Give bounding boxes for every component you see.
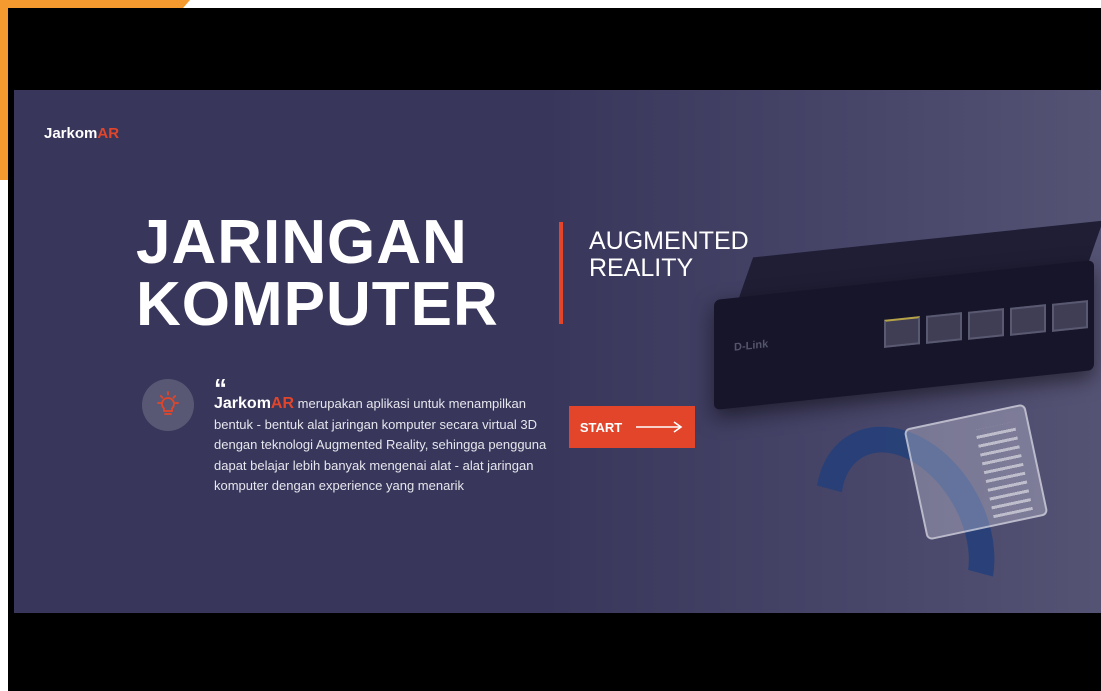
subtitle-line-1: AUGMENTED: [589, 227, 749, 255]
start-button[interactable]: START: [569, 406, 695, 448]
app-description: JarkomAR merupakan aplikasi untuk menamp…: [214, 394, 549, 497]
start-button-label: START: [579, 419, 623, 435]
logo-accent-text: AR: [97, 125, 120, 142]
page-title: JARINGAN KOMPUTER: [136, 212, 499, 336]
hero-slide: D-Link JarkomAR JARINGAN KOMPUTER AUGMEN…: [14, 90, 1101, 613]
title-line-1: JARINGAN: [136, 208, 468, 277]
description-app-name-main: Jarkom: [214, 395, 271, 412]
switch-port: [926, 312, 962, 344]
switch-port: [1010, 304, 1046, 336]
page-subtitle: AUGMENTED REALITY: [589, 228, 749, 282]
logo-main-text: Jarkom: [44, 125, 98, 142]
switch-port: [1052, 300, 1088, 332]
arrow-right-icon: [636, 421, 683, 433]
lightbulb-icon: [142, 379, 194, 431]
title-divider: [559, 222, 563, 324]
video-frame: D-Link JarkomAR JARINGAN KOMPUTER AUGMEN…: [8, 8, 1101, 691]
title-line-2: KOMPUTER: [136, 270, 499, 339]
description-app-name-accent: AR: [270, 395, 295, 412]
subtitle-line-2: REALITY: [589, 254, 694, 282]
description-app-name: JarkomAR: [214, 395, 294, 412]
app-logo[interactable]: JarkomAR: [44, 125, 119, 142]
switch-port: [968, 308, 1004, 340]
switch-port: [884, 316, 920, 348]
